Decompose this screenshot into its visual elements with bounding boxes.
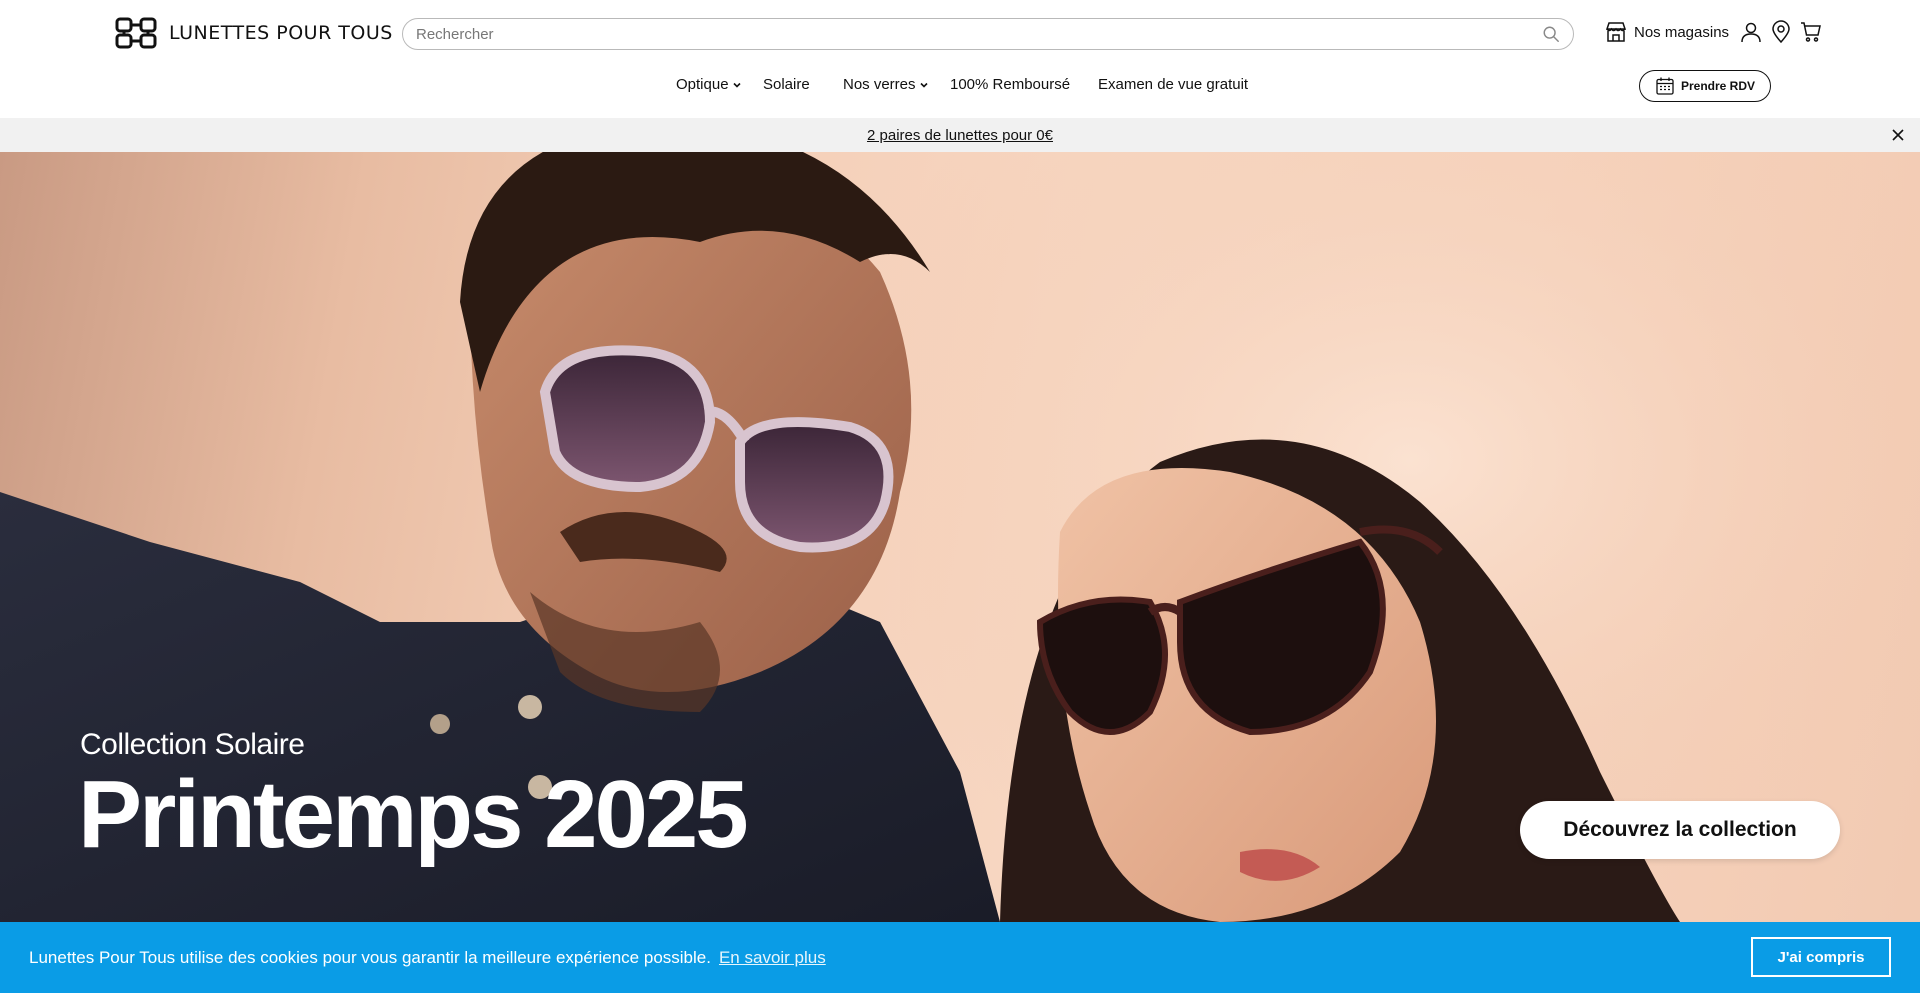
cookie-message: Lunettes Pour Tous utilise des cookies p… (29, 947, 711, 967)
book-appointment-button[interactable]: Prendre RDV (1639, 70, 1771, 102)
discover-collection-button[interactable]: Découvrez la collection (1520, 801, 1840, 859)
hero-title: Printemps 2025 (78, 761, 749, 868)
cart-icon[interactable] (1799, 20, 1823, 44)
nav-item-solaire[interactable]: Solaire (763, 76, 810, 93)
promo-link[interactable]: 2 paires de lunettes pour 0€ (867, 127, 1053, 144)
hero-banner: Collection Solaire Printemps 2025 Découv… (0, 152, 1920, 922)
nav-item-nos-verres[interactable]: Nos verres (843, 76, 929, 93)
calendar-icon (1656, 77, 1674, 95)
brand-name: LUNETTES POUR TOUS (169, 22, 393, 44)
search-input[interactable] (416, 25, 1542, 43)
search-icon[interactable] (1542, 25, 1560, 43)
cookie-learn-more-link[interactable]: En savoir plus (719, 948, 826, 968)
user-icon[interactable] (1739, 20, 1763, 44)
book-appointment-label: Prendre RDV (1680, 79, 1756, 93)
header-actions: Nos magasins (1604, 20, 1823, 44)
chevron-down-icon (919, 82, 928, 88)
nav-item-label: Solaire (763, 76, 810, 93)
nav-item-label: Nos verres (843, 76, 916, 93)
stores-link[interactable]: Nos magasins (1604, 20, 1729, 44)
nav-item-rembourse[interactable]: 100% Remboursé (950, 76, 1070, 93)
brand-logo[interactable]: LUNETTES POUR TOUS (113, 16, 393, 50)
logo-icon (115, 17, 157, 49)
search-bar[interactable] (402, 18, 1574, 50)
promo-bar: 2 paires de lunettes pour 0€ (0, 118, 1920, 152)
store-icon (1605, 22, 1627, 42)
cookie-accept-button[interactable]: J'ai compris (1751, 937, 1891, 977)
close-icon[interactable] (1890, 127, 1906, 143)
nav-item-label: Examen de vue gratuit (1098, 76, 1249, 93)
main-nav: Optique Solaire Nos verres 100% Rembours… (0, 76, 1920, 96)
site-header: LUNETTES POUR TOUS Nos magasins (0, 0, 1920, 118)
location-pin-icon[interactable] (1769, 20, 1793, 44)
nav-item-examen-vue[interactable]: Examen de vue gratuit (1098, 76, 1248, 93)
nav-item-optique[interactable]: Optique (676, 76, 742, 93)
nav-item-label: Optique (676, 76, 729, 93)
nav-item-label: 100% Remboursé (950, 76, 1071, 93)
hero-subtitle: Collection Solaire (80, 728, 305, 761)
stores-label: Nos magasins (1634, 23, 1730, 41)
chevron-down-icon (732, 82, 741, 88)
cookie-banner: Lunettes Pour Tous utilise des cookies p… (0, 922, 1920, 993)
